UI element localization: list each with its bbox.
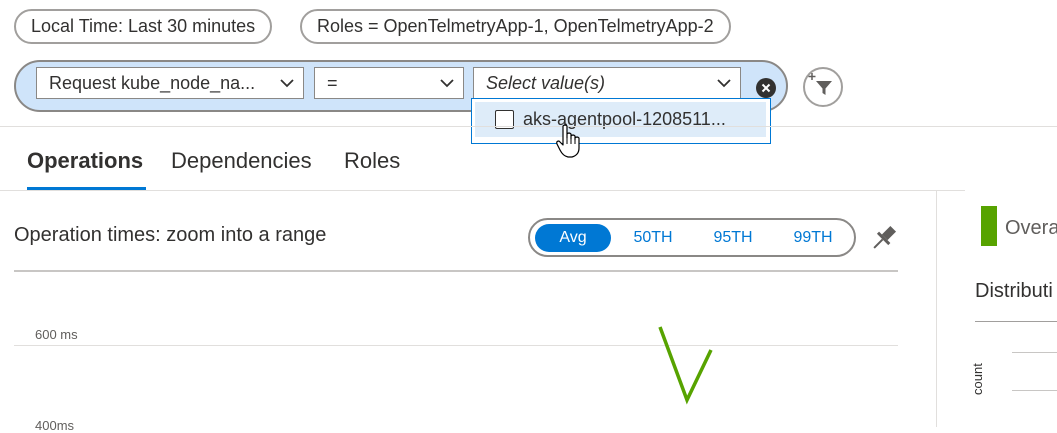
property-select-value: Request kube_node_na... (49, 73, 256, 93)
tab-operations[interactable]: Operations (27, 148, 143, 174)
percentile-95-button[interactable]: 95TH (702, 224, 764, 252)
value-select-placeholder: Select value(s) (486, 73, 606, 93)
clear-icon[interactable] (756, 78, 776, 98)
property-select[interactable]: Request kube_node_na... (36, 67, 304, 99)
operation-times-line[interactable] (640, 315, 730, 410)
percentile-avg-button[interactable]: Avg (535, 224, 611, 252)
add-filter-icon (808, 73, 832, 95)
legend-swatch (981, 206, 997, 246)
y-axis-label: 400ms (35, 418, 75, 433)
y-axis-label: count (970, 363, 985, 395)
panel-title: Operation times: zoom into a range (14, 224, 327, 246)
value-dropdown-list: aks-agentpool-1208511... (471, 98, 771, 144)
chevron-down-icon (440, 79, 454, 88)
gridline (1012, 352, 1057, 353)
hand-cursor-icon (556, 124, 580, 158)
chevron-down-icon (717, 79, 731, 88)
dropdown-option[interactable]: aks-agentpool-1208511... (475, 102, 766, 137)
operator-select[interactable]: = (314, 67, 464, 99)
pin-button[interactable] (868, 222, 900, 259)
value-select[interactable]: Select value(s) (473, 67, 741, 99)
y-axis-label: 600 ms (35, 327, 78, 342)
divider (0, 190, 965, 191)
tab-dependencies[interactable]: Dependencies (171, 148, 312, 174)
time-range-pill[interactable]: Local Time: Last 30 minutes (14, 9, 273, 44)
divider (975, 321, 1057, 322)
distribution-title: Distributi (975, 280, 1053, 302)
percentile-99-button[interactable]: 99TH (782, 224, 844, 252)
add-filter-button[interactable] (803, 67, 843, 107)
operator-select-value: = (327, 73, 338, 93)
pin-icon (873, 225, 897, 249)
gridline (14, 345, 898, 346)
percentile-toggle: Avg 50TH 95TH 99TH (528, 218, 856, 257)
gridline (1012, 390, 1057, 391)
roles-filter-pill[interactable]: Roles = OpenTelmetryApp-1, OpenTelmetryA… (300, 9, 731, 44)
panel-separator (936, 191, 937, 427)
panel-divider (14, 270, 898, 272)
tab-roles[interactable]: Roles (344, 148, 400, 174)
chevron-down-icon (280, 79, 294, 88)
divider (0, 126, 1057, 127)
legend-label: Overa (1005, 217, 1057, 239)
percentile-50-button[interactable]: 50TH (622, 224, 684, 252)
